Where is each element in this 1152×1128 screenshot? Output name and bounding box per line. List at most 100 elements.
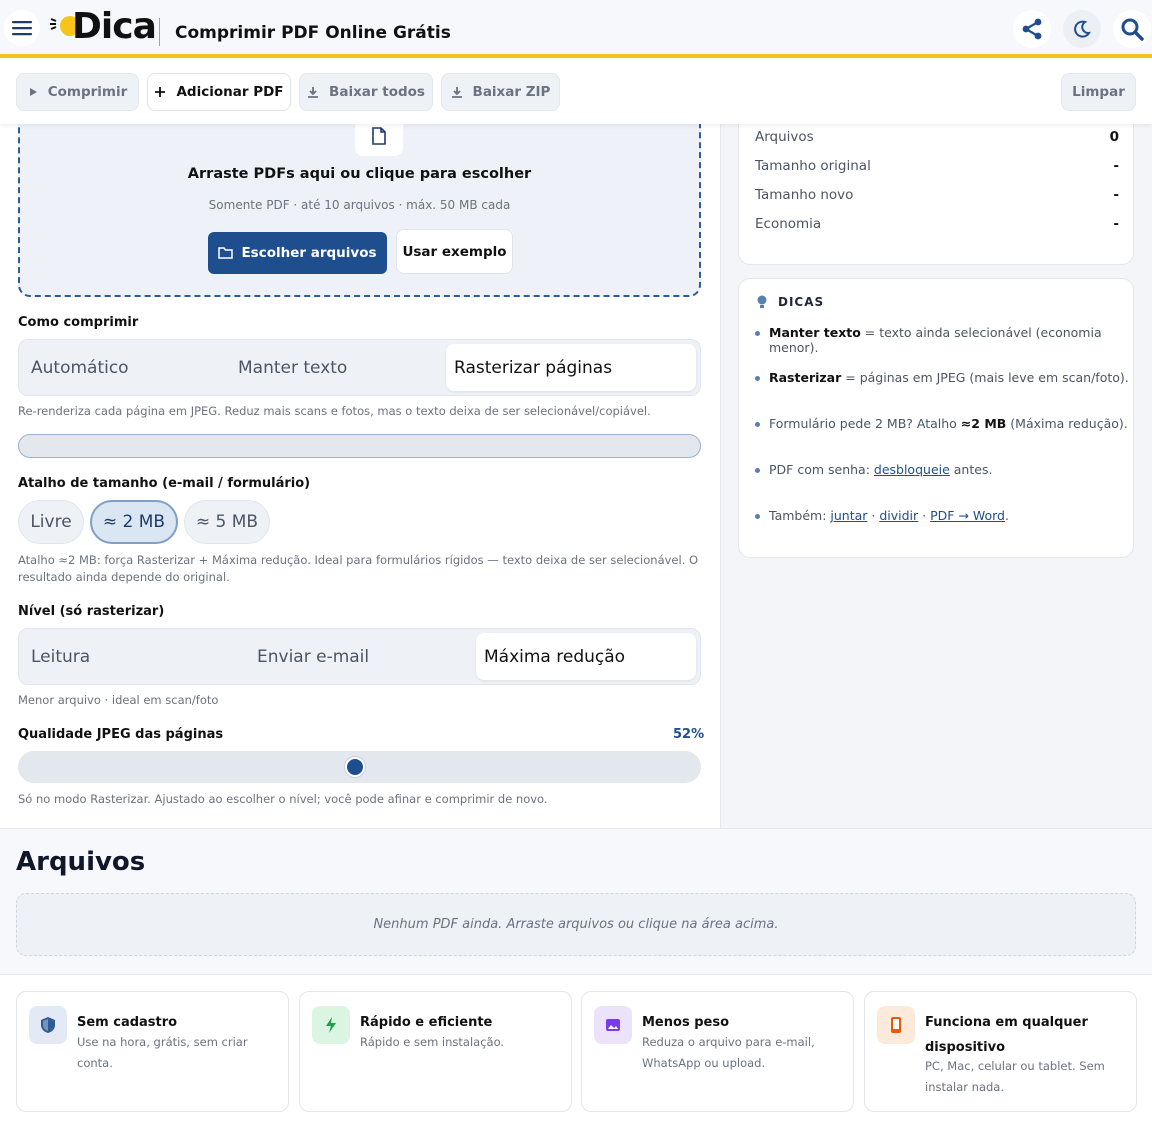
compress-mode-label: Como comprimir xyxy=(18,315,139,330)
jpeg-quality-label: Qualidade JPEG das páginas xyxy=(18,727,224,742)
compress-label: Comprimir xyxy=(47,84,128,100)
add-pdf-label: Adicionar PDF xyxy=(176,84,284,100)
share-button[interactable] xyxy=(1013,10,1051,48)
jpeg-quality-slider[interactable] xyxy=(18,751,701,783)
mode-option-automatic[interactable]: Automático xyxy=(23,344,237,391)
feature-icon-box xyxy=(877,1006,915,1044)
page-title: Comprimir PDF Online Grátis xyxy=(175,23,451,43)
plus-icon xyxy=(155,87,166,97)
size-option-free[interactable]: Livre xyxy=(18,500,84,544)
compress-button[interactable]: Comprimir xyxy=(16,73,139,111)
add-pdf-button[interactable]: Adicionar PDF xyxy=(147,73,291,111)
feature-card-no-signup: Sem cadastro Use na hora, grátis, sem cr… xyxy=(16,991,289,1112)
mode-option-keep-text[interactable]: Manter texto xyxy=(233,344,447,391)
size-option-2mb[interactable]: ≈ 2 MB xyxy=(90,500,178,544)
level-option-max[interactable]: Máxima redução xyxy=(476,633,696,680)
files-empty-state: Nenhum PDF ainda. Arraste arquivos ou cl… xyxy=(16,893,1136,956)
stat-original-size-label: Tamanho original xyxy=(755,158,871,174)
choose-files-button[interactable]: Escolher arquivos xyxy=(208,232,387,274)
share-icon xyxy=(1022,18,1042,40)
choose-files-label: Escolher arquivos xyxy=(241,245,377,261)
logo-text: Dica xyxy=(72,6,157,47)
separator: · xyxy=(918,508,931,523)
size-shortcut-help-line1: Atalho ≈2 MB: força Rasterizar + Máxima … xyxy=(18,553,699,567)
bullet xyxy=(755,514,760,519)
size-option-5mb[interactable]: ≈ 5 MB xyxy=(184,500,270,544)
download-all-label: Baixar todos xyxy=(329,84,425,100)
split-link[interactable]: dividir xyxy=(879,508,918,523)
stat-new-size-value: - xyxy=(1113,187,1119,203)
tip-also-pre: Também: xyxy=(769,508,831,523)
tip-form-pre: Formulário pede 2 MB? Atalho xyxy=(769,416,961,431)
stat-savings-value: - xyxy=(1113,216,1119,232)
level-help: Menor arquivo · ideal em scan/foto xyxy=(18,693,219,707)
logo[interactable]: Dica xyxy=(50,6,157,50)
jpeg-quality-value: 52% xyxy=(673,727,705,742)
merge-link[interactable]: juntar xyxy=(830,508,867,523)
feature-icon-box xyxy=(594,1006,632,1044)
play-icon xyxy=(29,88,37,96)
shield-icon xyxy=(41,1017,55,1033)
tip-keep-text-bold: Manter texto xyxy=(769,325,861,340)
download-zip-button[interactable]: Baixar ZIP xyxy=(441,73,560,111)
stat-files-value: 0 xyxy=(1109,129,1119,145)
image-icon xyxy=(606,1019,620,1031)
dropzone-subtitle: Somente PDF · até 10 arquivos · máx. 50 … xyxy=(208,198,511,212)
files-section: Arquivos Nenhum PDF ainda. Arraste arqui… xyxy=(0,828,1152,974)
header: Dica Comprimir PDF Online Grátis xyxy=(0,0,1152,58)
size-shortcut-label: Atalho de tamanho (e-mail / formulário) xyxy=(18,476,311,491)
search-icon xyxy=(1121,18,1144,41)
level-option-reading[interactable]: Leitura xyxy=(23,633,253,680)
stat-savings-label: Economia xyxy=(755,216,822,232)
level-option-email[interactable]: Enviar e-mail xyxy=(253,633,473,680)
folder-icon xyxy=(218,247,234,259)
tip-form-2mb: Formulário pede 2 MB? Atalho ≈2 MB (Máxi… xyxy=(755,416,1135,431)
phone-icon xyxy=(891,1017,901,1033)
download-zip-label: Baixar ZIP xyxy=(472,84,551,100)
pdf-to-word-link[interactable]: PDF → Word xyxy=(930,508,1005,523)
menu-button[interactable] xyxy=(4,10,40,46)
clear-button[interactable]: Limpar xyxy=(1061,73,1136,111)
dark-mode-button[interactable] xyxy=(1063,10,1101,48)
size-shortcut-help-line2: resultado ainda depende do original. xyxy=(18,570,230,584)
bolt-icon xyxy=(326,1017,336,1033)
tip-rasterize-bold: Rasterizar xyxy=(769,370,842,385)
feature-title-line1: Funciona em qualquer xyxy=(925,1015,1088,1030)
toolbar: Comprimir Adicionar PDF Baixar todos Bai… xyxy=(0,62,1152,124)
tips-card: DICAS Manter texto = texto ainda selecio… xyxy=(738,278,1134,558)
tip-also-post: . xyxy=(1005,508,1009,523)
unlock-link[interactable]: desbloqueie xyxy=(874,462,950,477)
dropzone-title: Arraste PDFs aqui ou clique para escolhe… xyxy=(187,166,532,182)
bullet xyxy=(755,422,760,427)
feature-desc-line2: WhatsApp ou upload. xyxy=(642,1056,766,1070)
feature-desc-line1: Reduza o arquivo para e-mail, xyxy=(642,1035,815,1049)
tips-title: DICAS xyxy=(778,295,825,309)
bullet xyxy=(755,468,760,473)
tip-form-bold: ≈2 MB xyxy=(960,416,1007,431)
tip-also: Também: juntar · dividir · PDF → Word. xyxy=(755,508,1135,523)
compress-mode-help: Re-renderiza cada página em JPEG. Reduz … xyxy=(18,404,651,418)
feature-icon-box xyxy=(29,1006,67,1044)
file-icon xyxy=(372,127,386,145)
stat-original-size-value: - xyxy=(1113,158,1119,174)
search-button[interactable] xyxy=(1113,10,1151,48)
level-label: Nível (só rasterizar) xyxy=(18,604,165,619)
slider-thumb[interactable] xyxy=(344,757,365,777)
moon-icon xyxy=(1074,20,1091,38)
stat-new-size-label: Tamanho novo xyxy=(755,187,854,203)
clear-label: Limpar xyxy=(1072,84,1125,100)
tip-password-post: antes. xyxy=(949,462,993,477)
tip-rasterize: Rasterizar = páginas em JPEG (mais leve … xyxy=(755,370,1135,385)
dropzone[interactable]: Arraste PDFs aqui ou clique para escolhe… xyxy=(18,108,701,297)
feature-desc: Rápido e sem instalação. xyxy=(360,1035,505,1049)
tip-password: PDF com senha: desbloqueie antes. xyxy=(755,462,1135,477)
tip-password-pre: PDF com senha: xyxy=(769,462,874,477)
download-all-button[interactable]: Baixar todos xyxy=(299,73,433,111)
feature-card-less-weight: Menos peso Reduza o arquivo para e-mail,… xyxy=(581,991,854,1112)
use-example-button[interactable]: Usar exemplo xyxy=(396,229,513,274)
tip-form-post: (Máxima redução). xyxy=(1006,416,1128,431)
hamburger-icon xyxy=(12,21,32,36)
compress-mode-selector: Automático Manter texto Rasterizar págin… xyxy=(18,339,701,396)
mode-option-rasterize[interactable]: Rasterizar páginas xyxy=(446,344,696,391)
lightbulb-icon xyxy=(757,295,767,308)
